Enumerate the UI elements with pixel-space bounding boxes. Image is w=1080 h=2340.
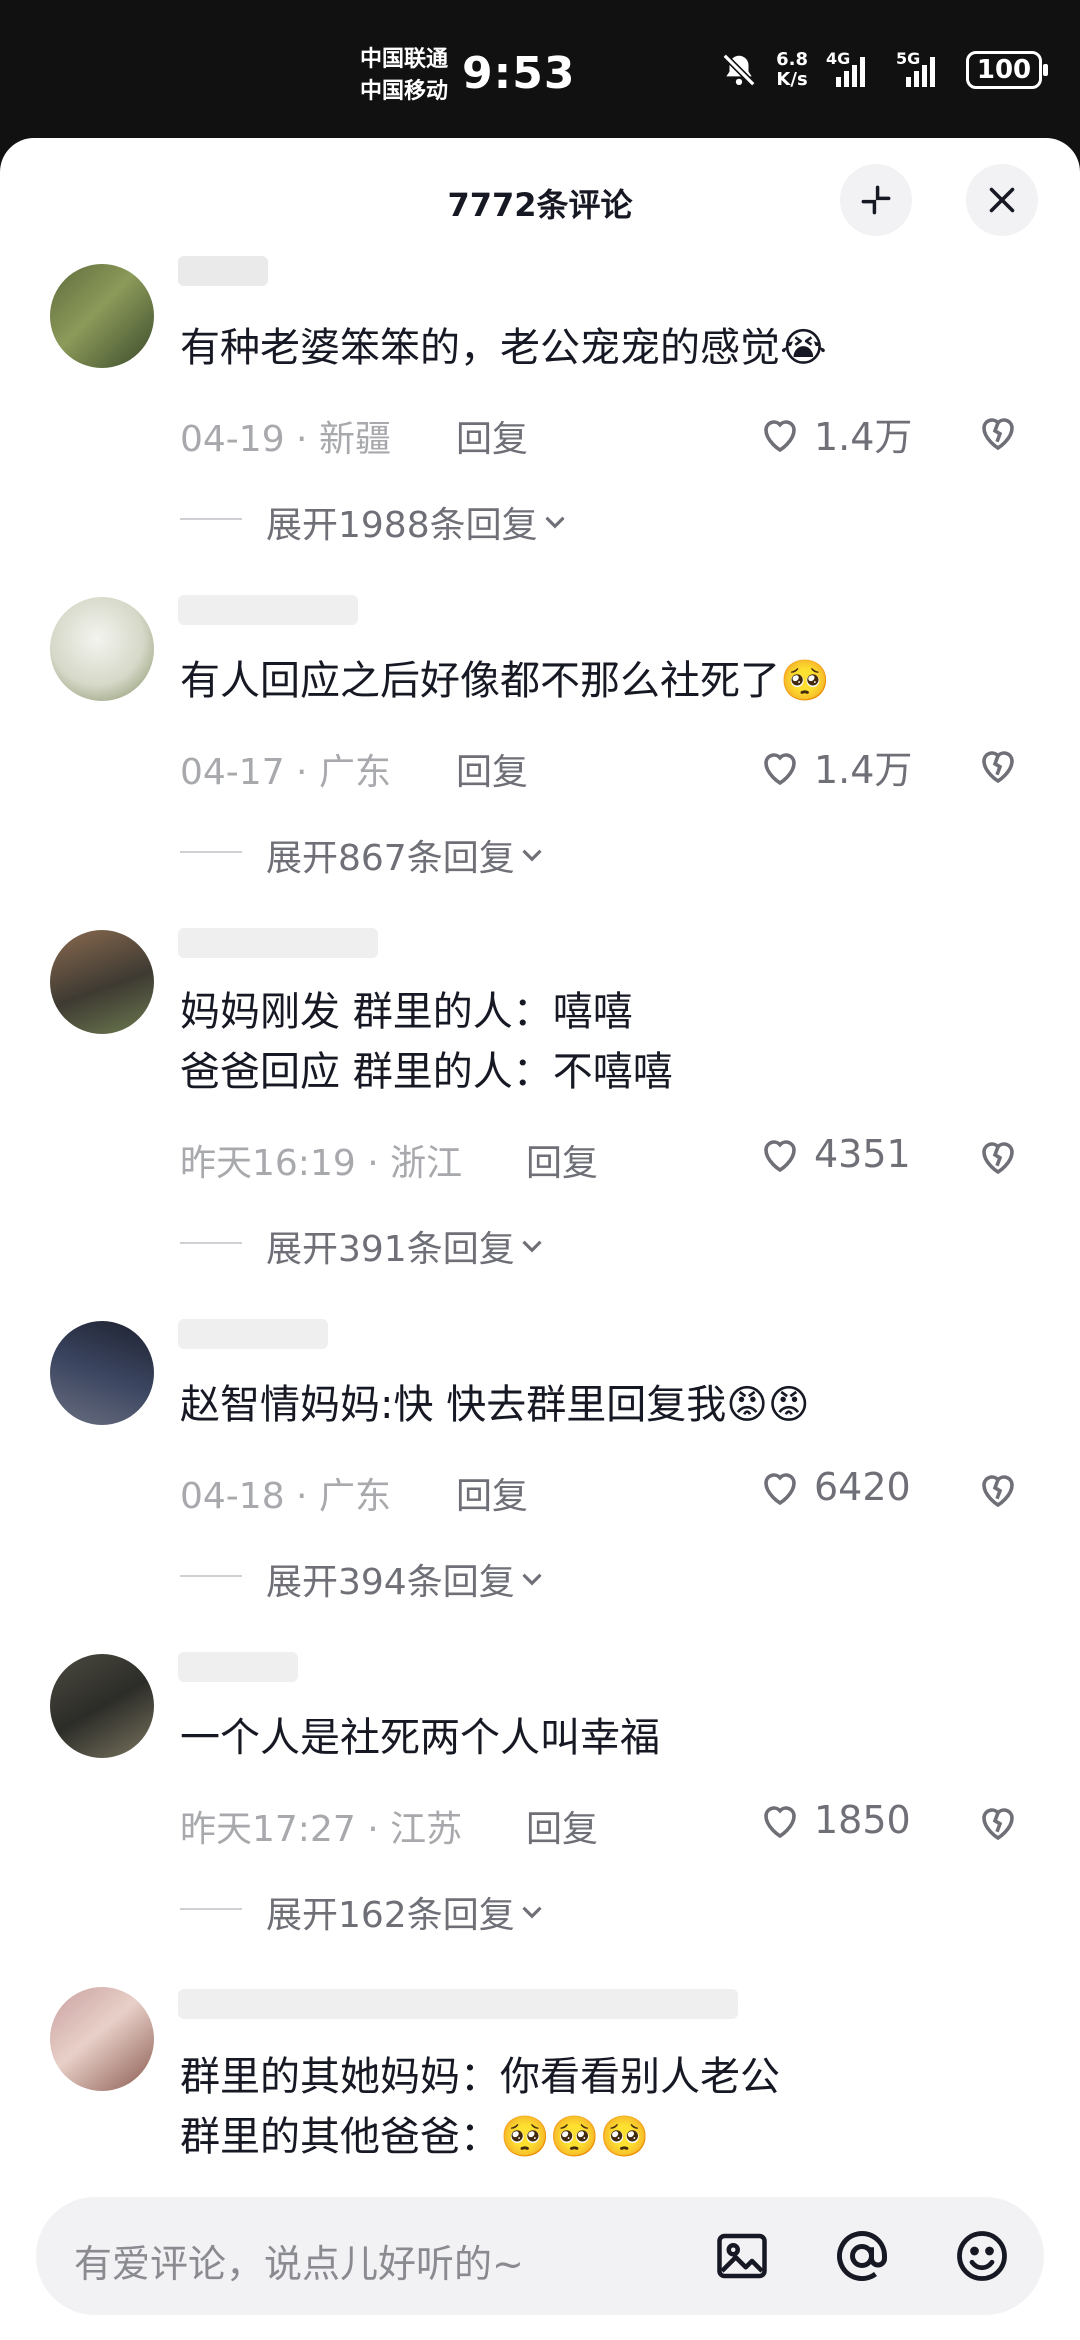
comment-meta: 04-17 · 广东 回复 <box>180 743 528 795</box>
like-button[interactable]: 1.4万 <box>756 406 912 461</box>
like-button[interactable]: 6420 <box>756 1463 911 1511</box>
comment-meta: 04-19 · 新疆 回复 <box>180 410 528 462</box>
chevron-down-icon <box>545 516 565 529</box>
signal-5g-icon: 5G <box>896 49 948 87</box>
comment-text: 妈妈刚发 群里的人：嘻嘻 爸爸回应 群里的人：不嘻嘻 <box>180 989 673 1095</box>
collapse-button[interactable] <box>840 164 912 236</box>
net-speed: 6.8 K/s <box>776 49 808 90</box>
comments-count-title: 7772条评论 <box>447 186 633 224</box>
collapse-icon <box>861 185 891 215</box>
username-blurred[interactable] <box>178 595 358 625</box>
username-blurred[interactable] <box>178 928 378 958</box>
reply-button[interactable]: 回复 <box>526 1134 598 1186</box>
close-button[interactable] <box>966 164 1038 236</box>
like-count: 6420 <box>814 1465 911 1509</box>
bell-off-icon <box>722 53 756 87</box>
avatar[interactable] <box>50 597 154 701</box>
comment-text: 有种老婆笨笨的，老公宠宠的感觉😭 <box>180 325 827 371</box>
divider-line <box>180 851 242 853</box>
comments-sheet: 7772条评论 有种老婆笨笨的，老公宠宠的感觉😭 04-19 · 新疆 回复 1… <box>0 138 1080 2340</box>
comment-text: 有人回应之后好像都不那么社死了🥺 <box>180 658 830 704</box>
comment-meta: 昨天16:19 · 浙江 回复 <box>180 1134 598 1186</box>
divider-line <box>180 1908 242 1910</box>
like-count: 1.4万 <box>814 415 913 459</box>
reply-button[interactable]: 回复 <box>526 1800 598 1852</box>
avatar[interactable] <box>50 264 154 368</box>
broken-heart-icon[interactable] <box>974 408 1022 456</box>
like-count: 1850 <box>814 1798 911 1842</box>
carrier-2: 中国移动 <box>360 79 449 104</box>
broken-heart-icon[interactable] <box>974 1465 1022 1513</box>
divider-line <box>180 1575 242 1577</box>
broken-heart-icon[interactable] <box>974 1798 1022 1846</box>
carrier-names: 中国联通 中国移动 <box>360 44 448 108</box>
comment-text: 群里的其她妈妈：你看看别人老公 群里的其他爸爸：🥺🥺🥺 <box>180 2054 780 2160</box>
like-count: 1.4万 <box>814 748 913 792</box>
expand-replies-button[interactable]: 展开391条回复 <box>180 1220 549 1272</box>
avatar[interactable] <box>50 1321 154 1425</box>
comment-text: 一个人是社死两个人叫幸福 <box>180 1715 660 1761</box>
avatar[interactable] <box>50 930 154 1034</box>
expand-replies-button[interactable]: 展开162条回复 <box>180 1886 549 1938</box>
divider-line <box>180 518 242 520</box>
expand-replies-button[interactable]: 展开394条回复 <box>180 1553 549 1605</box>
chevron-down-icon <box>522 1906 542 1919</box>
reply-button[interactable]: 回复 <box>456 410 528 462</box>
expand-replies-button[interactable]: 展开867条回复 <box>180 829 549 881</box>
close-icon <box>989 187 1015 213</box>
broken-heart-icon[interactable] <box>974 741 1022 789</box>
divider-line <box>180 1242 242 1244</box>
image-icon[interactable] <box>712 2226 772 2286</box>
reply-button[interactable]: 回复 <box>456 743 528 795</box>
reply-button[interactable]: 回复 <box>456 1467 528 1519</box>
comment-text: 赵智情妈妈:快 快去群里回复我😡😡 <box>180 1382 810 1428</box>
like-button[interactable]: 1850 <box>756 1796 911 1844</box>
avatar[interactable] <box>50 1654 154 1758</box>
chevron-down-icon <box>522 1240 542 1253</box>
expand-replies-button[interactable]: 展开1988条回复 <box>180 496 572 548</box>
broken-heart-icon[interactable] <box>974 1132 1022 1180</box>
heart-icon <box>764 1473 796 1506</box>
signal-4g-icon: 4G <box>826 49 878 87</box>
chevron-down-icon <box>522 849 542 862</box>
clock: 9:53 <box>462 48 576 99</box>
heart-icon <box>764 419 796 452</box>
comment-meta: 昨天17:27 · 江苏 回复 <box>180 1800 598 1852</box>
status-bar: 中国联通 中国移动 9:53 6.8 K/s 4G 5G 100 <box>0 0 1080 140</box>
username-blurred[interactable] <box>178 1989 738 2019</box>
chevron-down-icon <box>522 1573 542 1586</box>
like-button[interactable]: 4351 <box>756 1130 911 1178</box>
avatar[interactable] <box>50 1987 154 2091</box>
comment-meta: 04-18 · 广东 回复 <box>180 1467 528 1519</box>
status-icons: 6.8 K/s 4G 5G 100 <box>720 49 1048 90</box>
emoji-icon[interactable] <box>952 2226 1012 2286</box>
username-blurred[interactable] <box>178 256 268 286</box>
comment-input-placeholder[interactable]: 有爱评论，说点儿好听的~ <box>74 2233 524 2288</box>
like-count: 4351 <box>814 1132 911 1176</box>
comment-input-bar[interactable]: 有爱评论，说点儿好听的~ <box>36 2197 1044 2315</box>
battery-indicator: 100 <box>966 51 1048 89</box>
at-icon[interactable] <box>832 2226 892 2286</box>
like-button[interactable]: 1.4万 <box>756 739 912 794</box>
heart-icon <box>764 1806 796 1839</box>
heart-icon <box>764 1140 796 1173</box>
heart-icon <box>764 752 796 785</box>
username-blurred[interactable] <box>178 1319 328 1349</box>
carrier-1: 中国联通 <box>360 47 449 72</box>
username-blurred[interactable] <box>178 1652 298 1682</box>
